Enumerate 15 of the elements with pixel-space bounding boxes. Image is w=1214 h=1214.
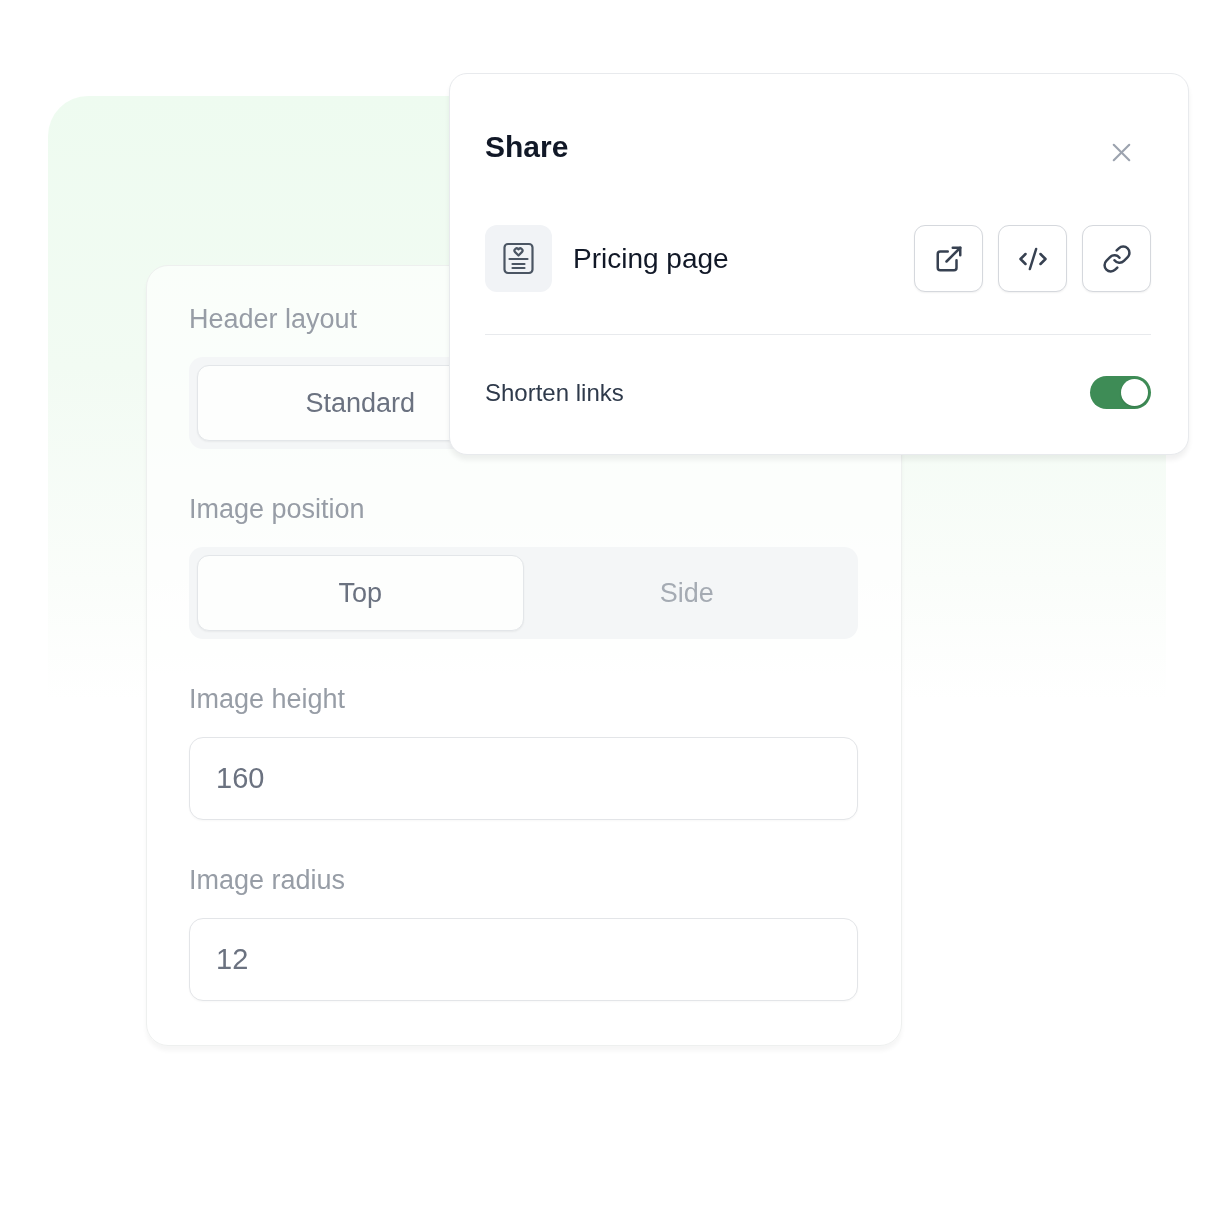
input-field[interactable]: 12 [189, 918, 858, 1001]
link-icon [1101, 243, 1132, 274]
code-button[interactable] [998, 225, 1067, 292]
page-name: Pricing page [573, 241, 730, 276]
field-label: Header layout [189, 303, 358, 336]
document-icon [485, 225, 552, 292]
external-link-button[interactable] [914, 225, 983, 292]
field-label: Image radius [189, 864, 346, 897]
popup-title: Share [485, 129, 569, 165]
field-label: Image position [189, 493, 365, 526]
field-label: Image height [189, 683, 346, 716]
link-button[interactable] [1082, 225, 1151, 292]
toggle-switch[interactable] [1090, 376, 1151, 409]
input-field[interactable]: 160 [189, 737, 858, 820]
segment-option[interactable]: Top [197, 555, 524, 631]
